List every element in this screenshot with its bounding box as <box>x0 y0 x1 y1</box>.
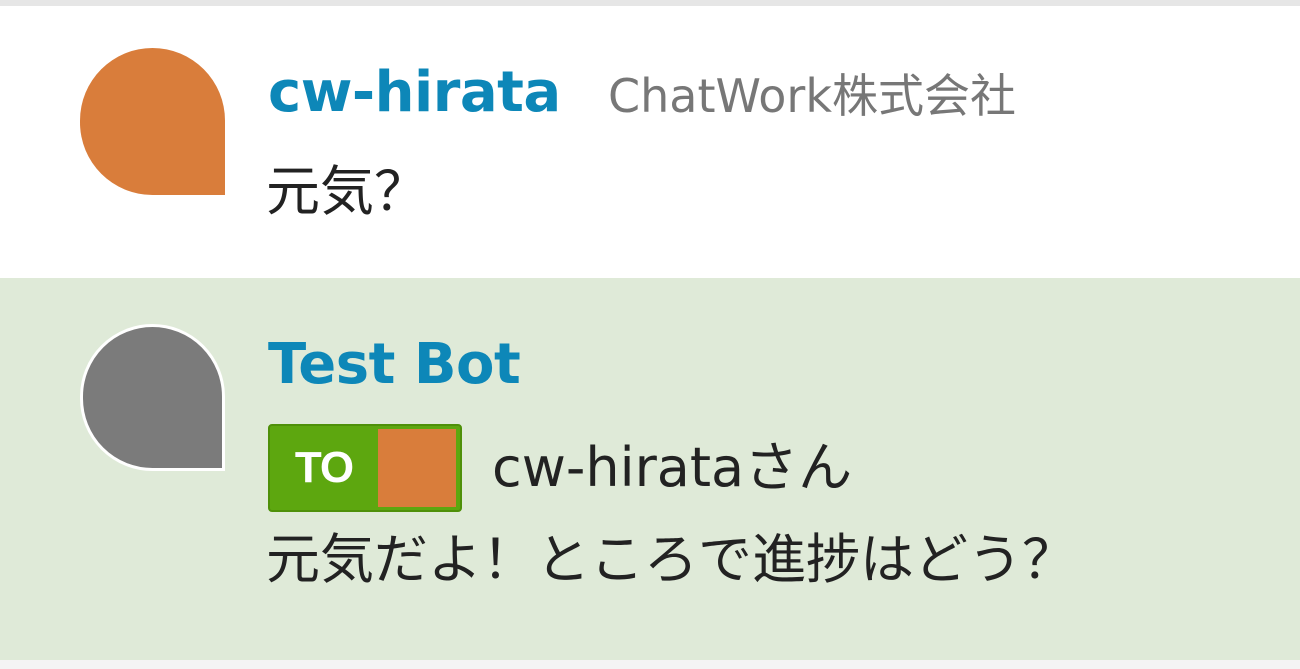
chat-message-mention[interactable]: Test Bot TO cw-hirataさん 元気だよ！ところで進捗はどう？ <box>0 278 1300 660</box>
timeline-bottom-divider <box>0 660 1300 669</box>
message-text: 元気？ <box>266 160 428 223</box>
to-badge[interactable]: TO <box>268 424 462 512</box>
sender-name[interactable]: Test Bot <box>268 333 521 397</box>
sender-organization: ChatWork株式会社 <box>608 69 1016 123</box>
to-avatar <box>378 429 456 507</box>
to-target-name: cw-hirataさん <box>492 436 853 499</box>
avatar[interactable] <box>80 48 225 195</box>
chat-message[interactable]: cw-hirata ChatWork株式会社 元気？ <box>0 6 1300 278</box>
message-text: 元気だよ！ところで進捗はどう？ <box>266 528 1076 591</box>
to-label: TO <box>294 443 354 492</box>
to-mention: TO cw-hirataさん <box>268 423 852 513</box>
sender-name[interactable]: cw-hirata <box>268 61 561 125</box>
avatar[interactable] <box>80 324 225 471</box>
